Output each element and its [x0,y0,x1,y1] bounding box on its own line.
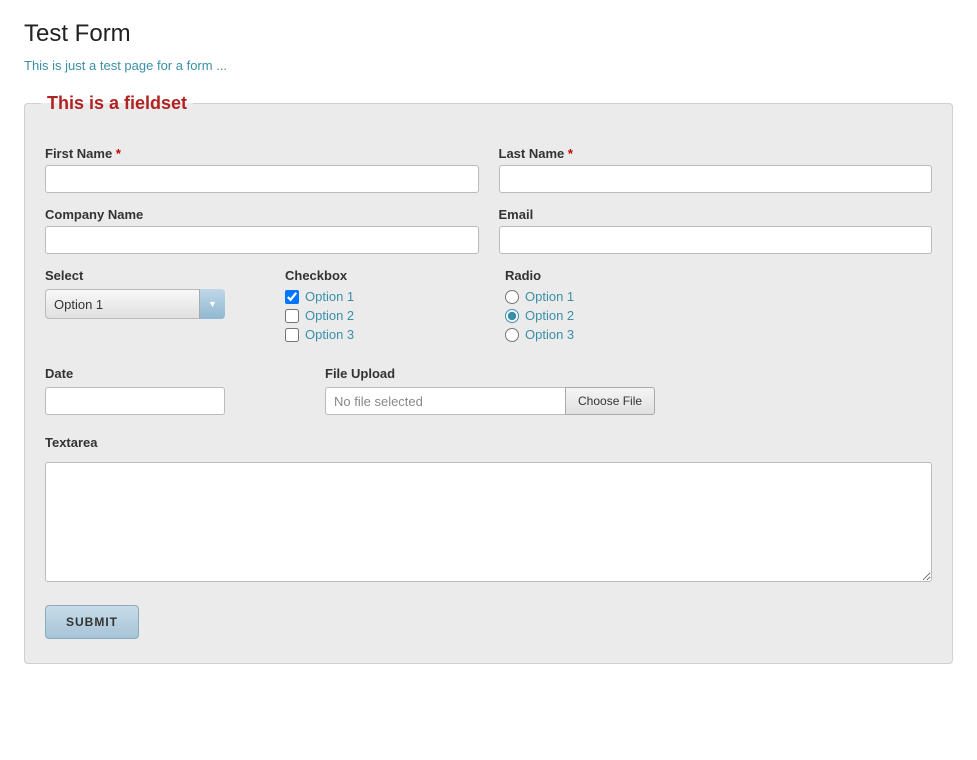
date-file-row: Date File Upload No file selected Choose… [45,366,932,415]
checkbox-section: Checkbox Option 1 Option 2 Option 3 [285,268,485,346]
checkbox-label-3[interactable]: Option 3 [305,327,354,342]
textarea-section: Textarea [45,435,932,585]
required-marker: * [568,146,573,161]
radio-input-1[interactable] [505,290,519,304]
name-row: First Name * Last Name * [45,146,932,193]
file-display: No file selected [325,387,565,415]
checkbox-label-2[interactable]: Option 2 [305,308,354,323]
select-checkbox-radio-row: Select Option 1 Option 2 Option 3 Checkb… [45,268,932,346]
first-name-group: First Name * [45,146,479,193]
checkbox-item-2: Option 2 [285,308,485,323]
radio-section: Radio Option 1 Option 2 Option 3 [505,268,932,346]
radio-item-1: Option 1 [505,289,932,304]
email-group: Email [499,207,933,254]
radio-label-3[interactable]: Option 3 [525,327,574,342]
email-label: Email [499,207,933,222]
radio-input-3[interactable] [505,328,519,342]
date-section: Date [45,366,305,415]
checkbox-input-3[interactable] [285,328,299,342]
checkbox-label-1[interactable]: Option 1 [305,289,354,304]
checkbox-item-3: Option 3 [285,327,485,342]
file-upload-section: File Upload No file selected Choose File [325,366,932,415]
checkbox-input-2[interactable] [285,309,299,323]
radio-item-2: Option 2 [505,308,932,323]
select-section: Select Option 1 Option 2 Option 3 [45,268,265,319]
first-name-label: First Name * [45,146,479,161]
radio-label: Radio [505,268,932,283]
company-name-label: Company Name [45,207,479,222]
submit-button[interactable]: SUBMIT [45,605,139,639]
checkbox-label: Checkbox [285,268,485,283]
radio-item-3: Option 3 [505,327,932,342]
choose-file-button[interactable]: Choose File [565,387,655,415]
checkbox-input-1[interactable] [285,290,299,304]
textarea-label: Textarea [45,435,932,450]
page-subtitle: This is just a test page for a form ... [24,58,953,73]
email-input[interactable] [499,226,933,254]
last-name-group: Last Name * [499,146,933,193]
date-label: Date [45,366,305,381]
last-name-label: Last Name * [499,146,933,161]
submit-row: SUBMIT [45,605,932,639]
file-upload-wrapper: No file selected Choose File [325,387,932,415]
main-fieldset: This is a fieldset First Name * Last Nam… [24,93,953,664]
required-marker: * [116,146,121,161]
select-label: Select [45,268,265,283]
radio-label-2[interactable]: Option 2 [525,308,574,323]
radio-label-1[interactable]: Option 1 [525,289,574,304]
company-name-input[interactable] [45,226,479,254]
select-wrapper: Option 1 Option 2 Option 3 [45,289,225,319]
file-upload-label: File Upload [325,366,932,381]
checkbox-item-1: Option 1 [285,289,485,304]
first-name-input[interactable] [45,165,479,193]
radio-input-2[interactable] [505,309,519,323]
fieldset-legend: This is a fieldset [41,93,193,114]
date-input[interactable] [45,387,225,415]
select-input[interactable]: Option 1 Option 2 Option 3 [45,289,225,319]
company-name-group: Company Name [45,207,479,254]
textarea-input[interactable] [45,462,932,582]
last-name-input[interactable] [499,165,933,193]
page-title: Test Form [24,20,953,48]
company-email-row: Company Name Email [45,207,932,254]
